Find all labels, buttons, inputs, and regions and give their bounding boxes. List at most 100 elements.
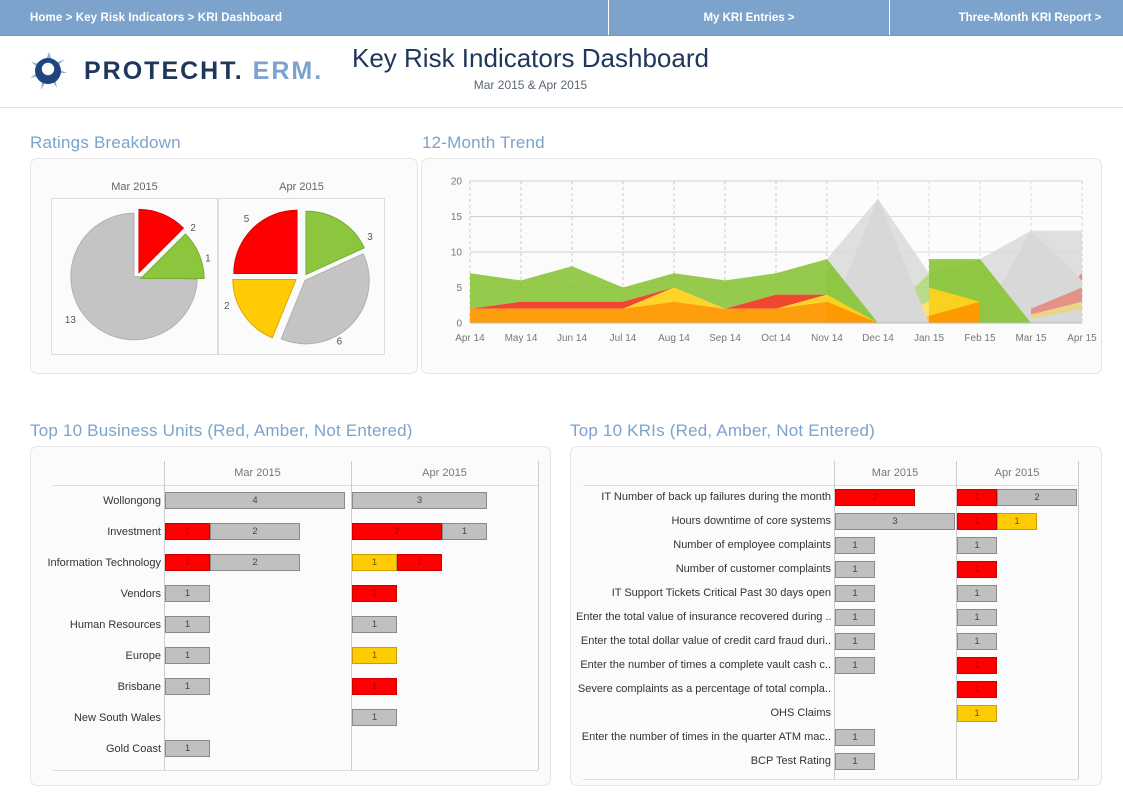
header-divider (583, 485, 1078, 486)
title-block: Key Risk Indicators Dashboard Mar 2015 &… (352, 42, 709, 92)
trend-x-tick: Feb 15 (964, 333, 996, 344)
bar-segment-red[interactable]: 1 (957, 560, 997, 578)
bar-segment-grey[interactable]: 1 (835, 656, 875, 674)
page-title: Key Risk Indicators Dashboard (352, 43, 709, 73)
row-label: Brisbane (117, 680, 161, 693)
bar-segment-grey[interactable]: 1 (165, 647, 210, 664)
trend-x-tick: Mar 15 (1015, 333, 1047, 344)
bar-segment-red[interactable]: 1 (165, 523, 210, 540)
bar-segment-grey[interactable]: 1 (957, 608, 997, 626)
pie-chart-mar: 2 1 13 (65, 208, 211, 341)
bar-segment-red[interactable]: 1 (957, 656, 997, 674)
nav-link-three-month-kri-report[interactable]: Three-Month KRI Report > (889, 0, 1123, 35)
pie-label-mar-grey: 13 (65, 315, 76, 326)
row-label: IT Number of back up failures during the… (601, 491, 831, 503)
trend-x-tick: Apr 15 (1067, 333, 1097, 344)
protecht-erm-logo: PROTECHT. ERM. (27, 48, 323, 94)
column-header-mar: Mar 2015 (234, 467, 281, 479)
section-title-ratings-breakdown: Ratings Breakdown (30, 133, 181, 152)
page-subtitle: Mar 2015 & Apr 2015 (473, 77, 588, 92)
column-separator (1078, 461, 1079, 779)
trend-x-tick: Sep 14 (709, 333, 741, 344)
bar-segment-amber[interactable]: 1 (352, 554, 397, 571)
bar-segment-grey[interactable]: 1 (835, 584, 875, 602)
ratings-breakdown-chart: Mar 2015 Apr 2015 2 1 13 5 3 2 6 (51, 175, 385, 355)
business-units-panel: Mar 2015 Apr 2015 Wollongong 4 3 Investment 1 2… (30, 446, 551, 786)
trend-x-tick: May 14 (505, 333, 538, 344)
kris-chart: Mar 2015 Apr 2015 IT Number of back up fai… (571, 447, 1101, 785)
pie-label-mar-red: 2 (190, 223, 196, 234)
bar-segment-red[interactable]: 2 (352, 523, 442, 540)
bar-segment-red[interactable]: 1 (352, 585, 397, 602)
row-label: IT Support Tickets Critical Past 30 days… (611, 587, 831, 599)
trend-y-tick: 20 (451, 177, 463, 188)
logo-word-protecht: PROTECHT. (84, 56, 244, 85)
logo-word-erm: ERM. (252, 56, 324, 85)
bar-segment-grey[interactable]: 3 (835, 512, 955, 530)
section-title-business-units: Top 10 Business Units (Red, Amber, Not E… (30, 421, 413, 440)
bar-segment-amber[interactable]: 1 (957, 704, 997, 722)
row-label: OHS Claims (770, 707, 831, 719)
nav-link-my-kri-entries[interactable]: My KRI Entries > (608, 0, 889, 35)
business-units-chart: Mar 2015 Apr 2015 Wollongong 4 3 Investment 1 2… (31, 447, 550, 785)
row-label: Enter the number of times in the quarter… (581, 731, 831, 743)
bar-segment-amber[interactable]: 1 (997, 512, 1037, 530)
breadcrumb[interactable]: Home > Key Risk Indicators > KRI Dashboa… (0, 0, 608, 35)
bar-segment-grey[interactable]: 1 (835, 632, 875, 650)
column-header-mar: Mar 2015 (871, 467, 919, 479)
row-label: Gold Coast (105, 742, 161, 755)
footer-divider (583, 779, 1078, 780)
trend-y-tick: 0 (456, 319, 462, 330)
bar-segment-grey[interactable]: 1 (957, 536, 997, 554)
ratings-breakdown-panel: Mar 2015 Apr 2015 2 1 13 5 3 2 6 (30, 158, 418, 374)
bar-segment-red[interactable]: 1 (957, 512, 997, 530)
row-label: Human Resources (69, 618, 161, 631)
bar-segment-grey[interactable]: 1 (165, 740, 210, 757)
bar-segment-grey[interactable]: 1 (352, 616, 397, 633)
bar-segment-grey[interactable]: 1 (352, 709, 397, 726)
trend-x-tick: Oct 14 (761, 333, 791, 344)
row-label: Investment (107, 525, 161, 538)
bar-segment-grey[interactable]: 1 (835, 752, 875, 770)
bar-segment-grey[interactable]: 1 (835, 608, 875, 626)
trend-x-tick: Dec 14 (862, 333, 894, 344)
trend-x-tick: Aug 14 (658, 333, 690, 344)
page-header: PROTECHT. ERM. Key Risk Indicators Dashb… (0, 36, 1123, 108)
bar-segment-grey[interactable]: 2 (997, 488, 1077, 506)
pie-label-mar-green: 1 (205, 254, 211, 265)
bar-segment-grey[interactable]: 1 (835, 728, 875, 746)
pie-cell-apr: 5 3 2 6 (218, 199, 385, 355)
bar-segment-red[interactable]: 1 (957, 488, 997, 506)
pie-column-header-mar: Mar 2015 (51, 175, 218, 199)
bar-segment-red[interactable]: 1 (957, 680, 997, 698)
bar-segment-grey[interactable]: 1 (835, 536, 875, 554)
bar-segment-red[interactable]: 2 (835, 488, 915, 506)
pie-column-header-apr: Apr 2015 (218, 175, 385, 199)
bar-segment-grey[interactable]: 1 (165, 585, 210, 602)
bar-segment-grey[interactable]: 1 (442, 523, 487, 540)
row-label: BCP Test Rating (750, 755, 831, 767)
pie-cell-mar: 2 1 13 (51, 199, 218, 355)
bar-segment-grey[interactable]: 2 (210, 523, 300, 540)
bar-segment-grey[interactable]: 4 (165, 492, 345, 509)
bar-segment-grey[interactable]: 3 (352, 492, 487, 509)
bar-segment-grey[interactable]: 2 (210, 554, 300, 571)
trend-x-tick: Jan 15 (914, 333, 944, 344)
bar-segment-red[interactable]: 1 (165, 554, 210, 571)
row-label: Enter the total dollar value of credit c… (580, 635, 831, 647)
pie-label-apr-grey: 6 (337, 337, 343, 348)
bar-segment-grey[interactable]: 1 (165, 678, 210, 695)
bar-segment-grey[interactable]: 1 (165, 616, 210, 633)
row-label: Severe complaints as a percentage of tot… (577, 683, 831, 695)
bar-segment-red[interactable]: 1 (397, 554, 442, 571)
bar-segment-grey[interactable]: 1 (957, 632, 997, 650)
trend-x-tick: Jun 14 (557, 333, 587, 344)
row-label: Wollongong (103, 494, 161, 507)
bar-segment-red[interactable]: 1 (352, 678, 397, 695)
bar-segment-amber[interactable]: 1 (352, 647, 397, 664)
column-separator (538, 461, 539, 770)
footer-divider (53, 770, 538, 771)
bar-segment-grey[interactable]: 1 (835, 560, 875, 578)
row-label: Information Technology (47, 556, 161, 569)
bar-segment-grey[interactable]: 1 (957, 584, 997, 602)
